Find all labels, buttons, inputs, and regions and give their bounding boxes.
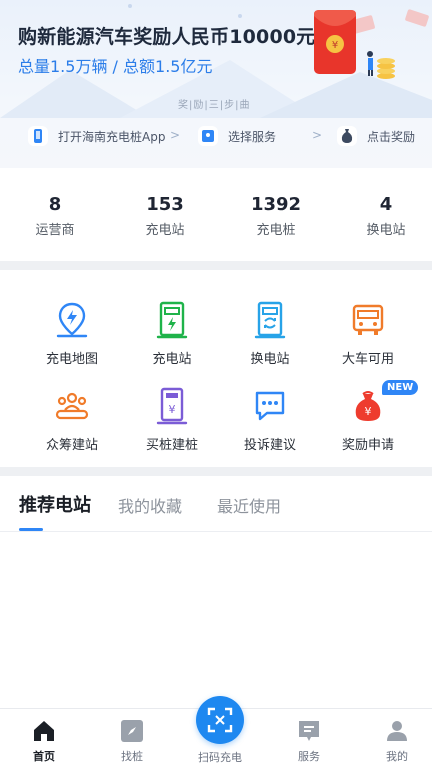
- crowd-icon: [52, 386, 92, 426]
- scan-charge-label[interactable]: 扫码充电: [188, 749, 252, 765]
- bus-icon: [348, 300, 388, 340]
- svg-text:¥: ¥: [332, 40, 338, 51]
- grid-item-charging-map[interactable]: 充电地图: [22, 300, 122, 367]
- chevron-right-icon: >: [312, 128, 323, 142]
- reward-steps: 打开海南充电桩App > 选择服务 > 点击奖励: [0, 118, 432, 154]
- tab-recent[interactable]: 最近使用: [217, 493, 281, 517]
- red-envelope-icon: ¥: [314, 9, 429, 79]
- service-icon: [198, 126, 218, 146]
- grid-item-large-vehicle[interactable]: 大车可用: [318, 300, 418, 367]
- grid-item-label: 换电站: [250, 352, 290, 367]
- grid-item-charging-station[interactable]: 充电站: [122, 300, 222, 367]
- step-label: 点击奖励: [367, 129, 416, 144]
- stat-label: 换电站: [366, 223, 406, 238]
- grid-item-complaint[interactable]: 投诉建议: [220, 386, 320, 453]
- stat-charging-stations[interactable]: 153 充电站: [115, 194, 215, 238]
- stat-operators[interactable]: 8 运营商: [5, 194, 105, 238]
- stat-value: 4: [379, 194, 393, 215]
- stat-value: 1392: [250, 194, 302, 215]
- stat-swap-stations[interactable]: 4 换电站: [336, 194, 432, 238]
- feedback-icon: [250, 386, 290, 426]
- banner-steps-caption: 奖|励|三|步|曲: [178, 100, 251, 111]
- grid-item-buy-pile[interactable]: ¥ 买桩建桩: [122, 386, 222, 453]
- step-label: 打开海南充电桩App: [58, 129, 166, 144]
- active-tab-indicator: [19, 528, 43, 531]
- grid-item-reward-apply[interactable]: ¥ 奖励申请: [318, 386, 418, 453]
- step-open-app: 打开海南充电桩App: [28, 124, 165, 148]
- nav-home[interactable]: 首页: [14, 719, 74, 764]
- function-grid: 充电地图 充电站 换电站 大车可用 众筹建站 ¥ 买桩建桩 投诉建议 ¥ 奖励申…: [0, 270, 432, 466]
- banner-title: 购新能源汽车奖励人民币10000元: [18, 26, 316, 48]
- step-choose-service: 选择服务: [198, 124, 276, 148]
- service-icon: [297, 719, 321, 743]
- stat-label: 运营商: [35, 223, 75, 238]
- nav-find-pile[interactable]: 找桩: [102, 719, 162, 764]
- nav-label: 找桩: [121, 750, 143, 763]
- promo-banner[interactable]: 购新能源汽车奖励人民币10000元 总量1.5万辆 / 总额1.5亿元 ¥ 奖|…: [0, 0, 432, 168]
- money-bag-icon: [337, 126, 357, 146]
- grid-item-label: 充电地图: [45, 352, 98, 367]
- stat-charging-piles[interactable]: 1392 充电桩: [226, 194, 326, 238]
- nav-service[interactable]: 服务: [279, 719, 339, 764]
- home-icon: [32, 719, 56, 743]
- charging-station-icon: [152, 300, 192, 340]
- nav-label: 我的: [386, 750, 408, 763]
- stat-label: 充电站: [145, 223, 185, 238]
- tab-recommended[interactable]: 推荐电站: [19, 491, 91, 517]
- grid-item-label: 投诉建议: [243, 438, 296, 453]
- tab-favorites[interactable]: 我的收藏: [118, 493, 182, 517]
- grid-item-label: 大车可用: [341, 352, 394, 367]
- grid-item-label: 充电站: [152, 352, 192, 367]
- profile-icon: [385, 719, 409, 743]
- grid-item-label: 买桩建桩: [145, 438, 198, 453]
- station-tabs: 推荐电站 我的收藏 最近使用: [0, 476, 432, 532]
- svg-text:¥: ¥: [169, 403, 176, 416]
- section-divider: [0, 467, 432, 476]
- chevron-right-icon: >: [170, 128, 181, 142]
- nav-profile[interactable]: 我的: [367, 719, 427, 764]
- grid-item-battery-swap[interactable]: 换电站: [220, 300, 320, 367]
- svg-text:¥: ¥: [365, 405, 372, 418]
- battery-swap-icon: [250, 300, 290, 340]
- stat-value: 153: [146, 194, 184, 215]
- grid-item-label: 奖励申请: [341, 438, 394, 453]
- nav-label: 服务: [298, 750, 320, 763]
- stat-value: 8: [48, 194, 62, 215]
- step-click-reward: 点击奖励: [337, 124, 415, 148]
- phone-icon: [28, 126, 48, 146]
- grid-item-crowdfunding[interactable]: 众筹建站: [22, 386, 122, 453]
- buy-pile-icon: ¥: [152, 386, 192, 426]
- stat-label: 充电桩: [256, 223, 296, 238]
- map-pin-icon: [52, 300, 92, 340]
- step-label: 选择服务: [228, 129, 277, 144]
- new-badge: NEW: [382, 380, 419, 395]
- scan-icon: [207, 707, 233, 733]
- grid-item-label: 众筹建站: [45, 438, 98, 453]
- banner-subtitle: 总量1.5万辆 / 总额1.5亿元: [18, 57, 213, 76]
- compass-icon: [120, 719, 144, 743]
- section-divider: [0, 261, 432, 270]
- scan-charge-button[interactable]: [196, 696, 244, 744]
- stats-panel: 8 运营商 153 充电站 1392 充电桩 4 换电站: [0, 176, 432, 260]
- nav-label: 首页: [33, 750, 55, 763]
